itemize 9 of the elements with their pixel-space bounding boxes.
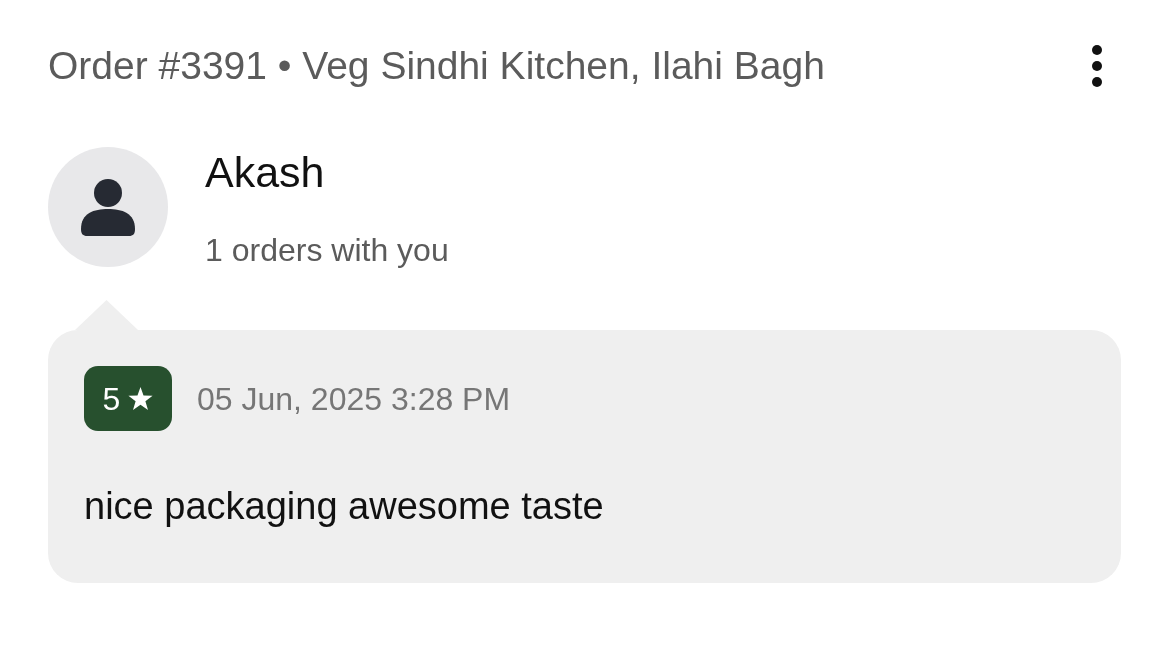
order-title: Order #3391 • Veg Sindhi Kitchen, Ilahi Bagh	[48, 43, 825, 89]
star-icon	[128, 386, 154, 411]
customer-name: Akash	[205, 147, 325, 197]
rating-value: 5	[102, 379, 121, 419]
person-avatar-icon	[48, 147, 168, 267]
more-options-icon[interactable]	[1091, 44, 1103, 88]
order-count: 1 orders with you	[205, 231, 449, 270]
review-text: nice packaging awesome taste	[84, 484, 604, 529]
review-date: 05 Jun, 2025 3:28 PM	[197, 379, 511, 419]
